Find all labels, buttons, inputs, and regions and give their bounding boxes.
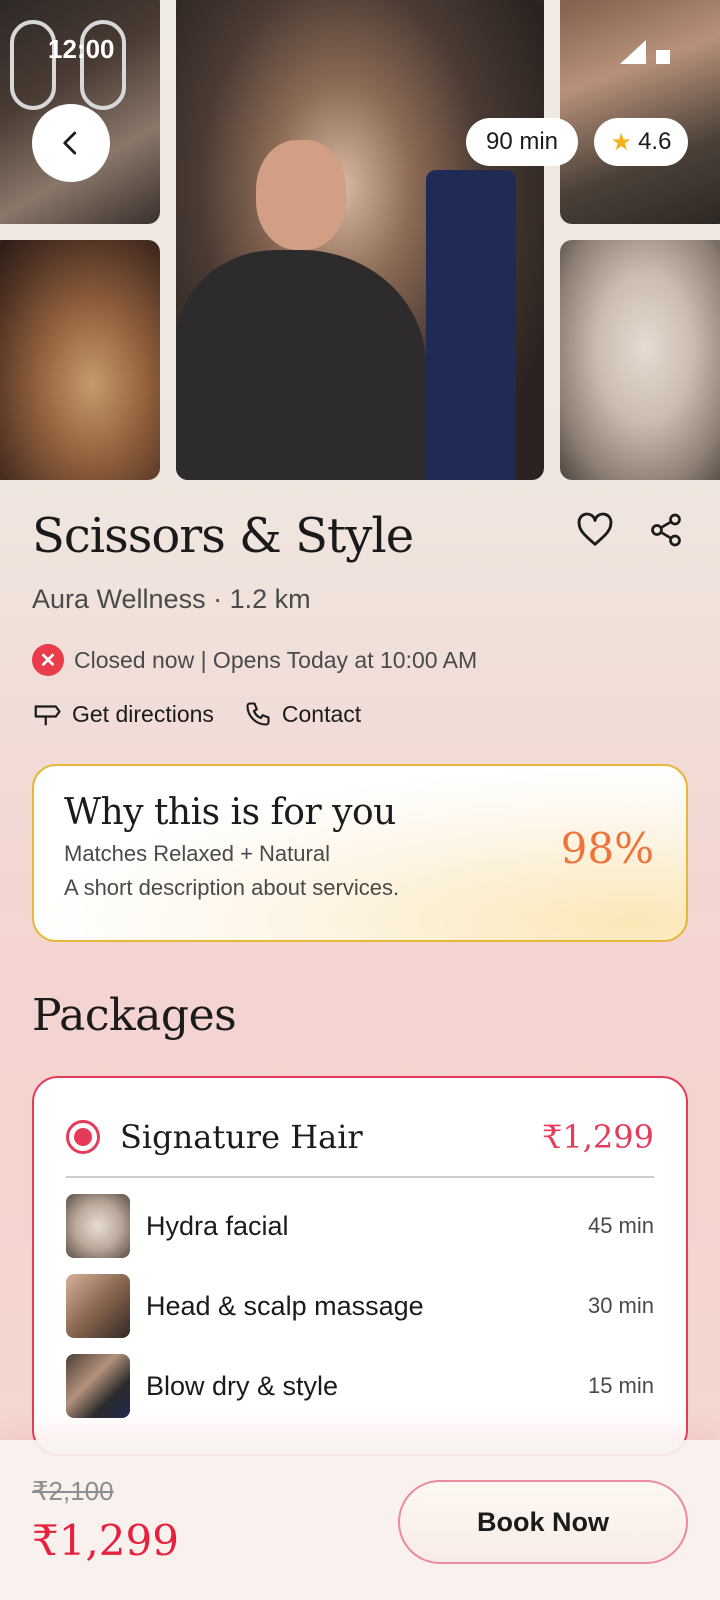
why-this-is-for-you-card: Why this is for you Matches Relaxed + Na… — [32, 764, 688, 942]
action-links: Get directions Contact — [32, 700, 361, 728]
book-now-button[interactable]: Book Now — [398, 1480, 688, 1564]
get-directions-label: Get directions — [72, 700, 214, 727]
original-price: ₹2,100 — [32, 1476, 114, 1506]
heart-icon — [577, 512, 613, 546]
service-thumbnail — [66, 1194, 130, 1258]
chevron-left-icon — [63, 131, 77, 155]
gallery-photo-facial[interactable] — [560, 240, 720, 480]
gallery-photo-face-massage[interactable] — [560, 0, 720, 224]
signal-icon — [620, 40, 646, 64]
phone-icon — [246, 702, 270, 726]
duration-badge: 90 min — [466, 118, 578, 166]
package-name: Signature Hair — [120, 1118, 363, 1156]
rating-badge: ★ 4.6 — [594, 118, 688, 166]
package-service-item: Head & scalp massage 30 min — [66, 1274, 654, 1338]
why-card-description: A short description about services. — [64, 875, 400, 900]
package-header[interactable]: Signature Hair ₹1,299 — [66, 1098, 654, 1178]
photo-gallery[interactable] — [0, 0, 720, 480]
share-icon — [651, 513, 681, 547]
battery-icon — [656, 50, 670, 64]
service-name: Head & scalp massage — [146, 1290, 424, 1321]
share-button[interactable] — [648, 512, 684, 553]
contact-label: Contact — [281, 700, 362, 727]
service-thumbnail — [66, 1354, 130, 1418]
rating-value: 4.6 — [638, 128, 672, 155]
service-name: Hydra facial — [146, 1210, 289, 1241]
packages-heading: Packages — [32, 990, 237, 1041]
status-bar-time: 12:00 — [48, 34, 115, 64]
package-price: ₹1,299 — [542, 1118, 654, 1156]
service-name: Blow dry & style — [146, 1370, 339, 1401]
service-duration: 30 min — [587, 1293, 654, 1318]
duration-label: 90 min — [485, 128, 559, 155]
signpost-icon — [34, 705, 61, 726]
back-button[interactable] — [32, 104, 110, 182]
service-thumbnail — [66, 1274, 130, 1338]
closed-icon: ✕ — [32, 644, 64, 676]
service-duration: 45 min — [587, 1213, 654, 1238]
get-directions-link[interactable]: Get directions — [32, 700, 214, 728]
opening-status-text: Closed now | Opens Today at 10:00 AM — [74, 646, 478, 673]
gallery-photo-barber[interactable] — [176, 0, 544, 480]
package-radio-selected[interactable] — [66, 1120, 100, 1154]
status-bar-icons — [620, 40, 670, 64]
package-card-signature-hair[interactable]: Signature Hair ₹1,299 Hydra facial 45 mi… — [32, 1076, 688, 1456]
salon-name: Scissors & Style — [32, 508, 414, 564]
favorite-button[interactable] — [576, 512, 614, 553]
star-icon: ★ — [610, 128, 633, 156]
gallery-photo-curly-hair[interactable] — [0, 240, 160, 480]
package-service-item: Blow dry & style 15 min — [66, 1354, 654, 1418]
opening-status: ✕ Closed now | Opens Today at 10:00 AM — [32, 644, 477, 676]
match-percent: 98% — [560, 824, 654, 873]
discounted-price: ₹1,299 — [32, 1516, 179, 1565]
package-service-item: Hydra facial 45 min — [66, 1194, 654, 1258]
salon-subtitle: Aura Wellness · 1.2 km — [32, 584, 311, 614]
contact-link[interactable]: Contact — [244, 700, 361, 728]
service-duration: 15 min — [587, 1373, 654, 1398]
